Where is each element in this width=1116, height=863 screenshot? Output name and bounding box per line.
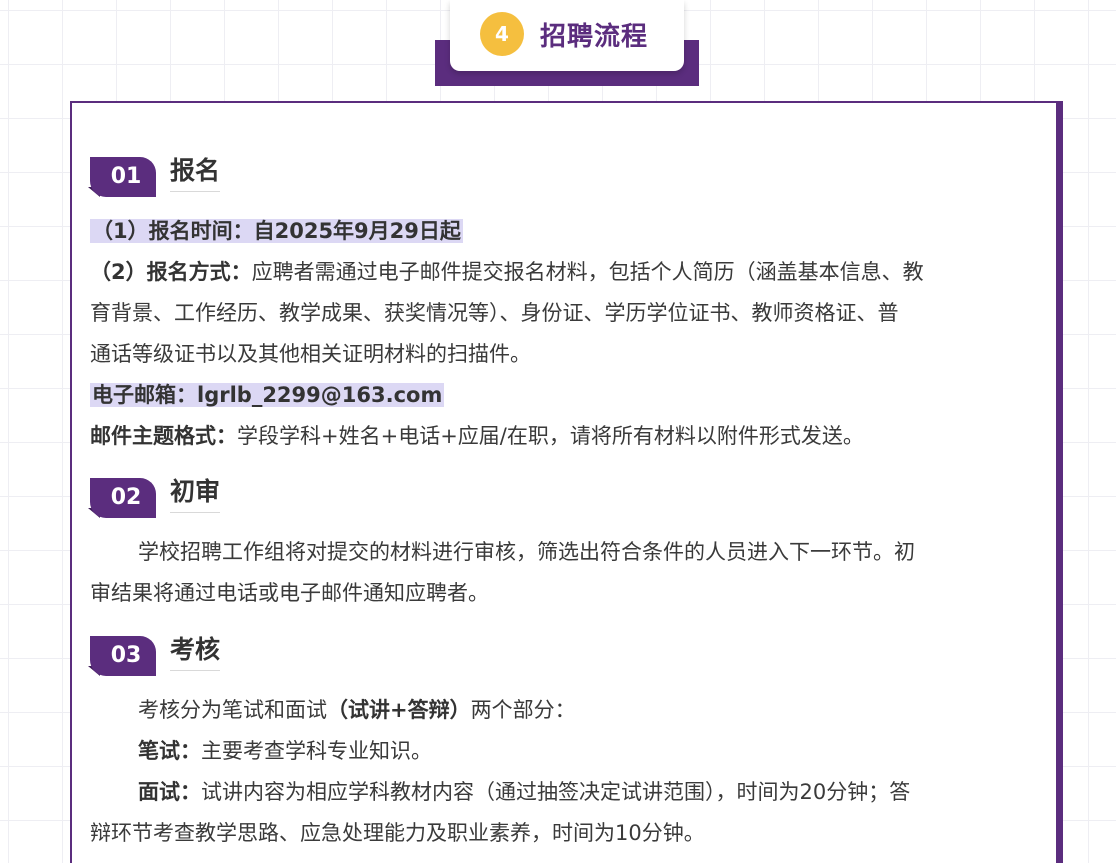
section-title: 考核: [170, 630, 221, 671]
section-heading-signup: 01 报名: [88, 156, 270, 197]
signup-method-line-1: （2）报名方式：应聘者需通过电子邮件提交报名材料，包括个人简历（涵盖基本信息、教: [90, 252, 1044, 293]
section-number-badge: 01: [90, 157, 156, 197]
section-header: 4 招聘流程: [435, 0, 699, 86]
subject-format-text: 学段学科+姓名+电话+应届/在职，请将所有材料以附件形式发送。: [237, 424, 864, 448]
header-card: 4 招聘流程: [450, 0, 684, 71]
review-line-1: 学校招聘工作组将对提交的材料进行审核，筛选出符合条件的人员进入下一环节。初: [138, 540, 915, 564]
section-title: 初审: [170, 472, 221, 513]
signup-time-highlight: （1）报名时间：自2025年9月29日起: [90, 219, 463, 243]
signup-method-line-2: 育背景、工作经历、教学成果、获奖情况等）、身份证、学历学位证书、教师资格证、普: [90, 301, 899, 325]
assessment-intro-line: 考核分为笔试和面试（试讲+答辩）两个部分：: [90, 690, 1044, 731]
interview-label: 面试：: [138, 780, 201, 804]
signup-time-line: （1）报名时间：自2025年9月29日起: [90, 211, 1044, 252]
subject-format-line: 邮件主题格式：学段学科+姓名+电话+应届/在职，请将所有材料以附件形式发送。: [90, 416, 1044, 457]
written-test-text: 主要考查学科专业知识。: [201, 739, 432, 763]
review-line-2: 审结果将通过电话或电子邮件通知应聘者。: [90, 581, 489, 605]
email-highlight: 电子邮箱：lgrlb_2299@163.com: [90, 383, 445, 407]
section-title: 报名: [170, 151, 221, 192]
signup-method-text-1: 应聘者需通过电子邮件提交报名材料，包括个人简历（涵盖基本信息、教: [251, 260, 924, 284]
signup-method-line-3: 通话等级证书以及其他相关证明材料的扫描件。: [90, 342, 531, 366]
assessment-intro-pre: 考核分为笔试和面试: [138, 698, 327, 722]
assessment-intro-bold: （试讲+答辩）: [327, 698, 471, 722]
header-title: 招聘流程: [540, 22, 649, 52]
interview-line-1: 面试：试讲内容为相应学科教材内容（通过抽签决定试讲范围），时间为20分钟；答: [90, 772, 1044, 813]
interview-line-2: 辩环节考查教学思路、应急处理能力及职业素养，时间为10分钟。: [90, 821, 705, 845]
section-number-badge: 02: [90, 478, 156, 518]
step-number-badge: 4: [480, 12, 524, 56]
section-heading-assessment: 03 考核: [88, 635, 270, 676]
section-heading-review: 02 初审: [88, 477, 270, 518]
content-panel: 01 报名 （1）报名时间：自2025年9月29日起 （2）报名方式：应聘者需通…: [70, 101, 1063, 863]
signup-method-label: （2）报名方式：: [90, 260, 252, 284]
written-test-label: 笔试：: [138, 739, 201, 763]
written-test-line: 笔试：主要考查学科专业知识。: [90, 731, 1044, 772]
interview-text-1: 试讲内容为相应学科教材内容（通过抽签决定试讲范围），时间为20分钟；答: [201, 780, 911, 804]
section-number-badge: 03: [90, 636, 156, 676]
subject-format-label: 邮件主题格式：: [90, 424, 237, 448]
assessment-intro-post: 两个部分：: [470, 698, 576, 722]
email-line: 电子邮箱：lgrlb_2299@163.com: [90, 375, 1044, 416]
